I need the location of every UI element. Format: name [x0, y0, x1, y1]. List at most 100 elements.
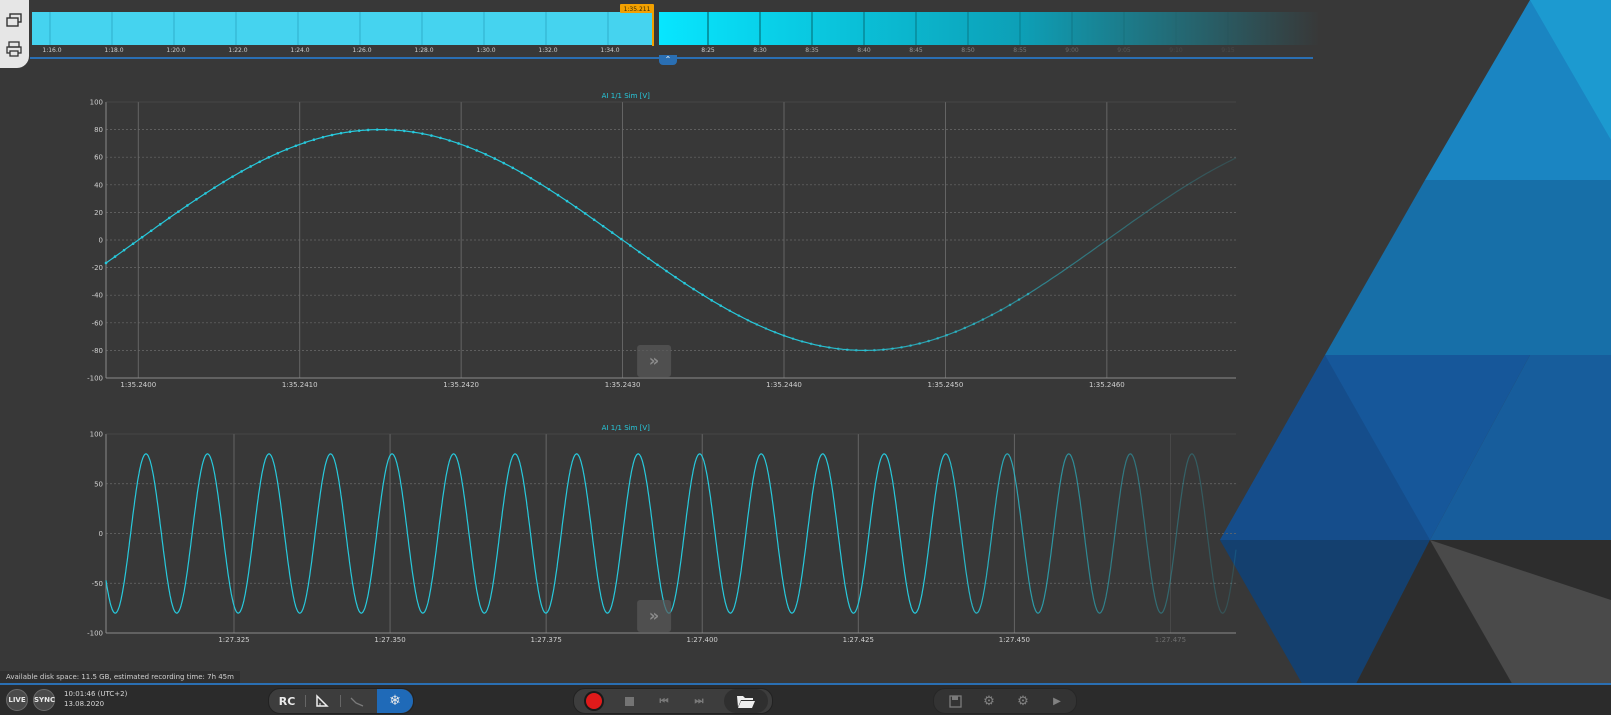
x-tick-label: 1:35.2420 — [443, 381, 479, 389]
stop-button[interactable] — [614, 689, 644, 713]
print-icon[interactable] — [5, 40, 23, 58]
trend-line-icon — [350, 697, 364, 707]
timeline-cursor[interactable] — [652, 8, 654, 46]
channel-settings-button[interactable]: ⚙ — [1008, 689, 1038, 713]
chevron-up-icon: ⌃ — [664, 55, 672, 64]
folder-open-icon — [737, 696, 755, 708]
y-tick-label: -100 — [87, 375, 103, 383]
x-tick-label: 1:35.2410 — [282, 381, 318, 389]
timeline-history-segment[interactable] — [32, 12, 652, 45]
timeline-tick-label: 1:28.0 — [414, 47, 433, 54]
timeline-tick-label: 1:22.0 — [228, 47, 247, 54]
timeline-tick-label: 8:55 — [1013, 47, 1027, 54]
bottom-accent-line — [0, 683, 1611, 685]
timeline-cursor-label: 1:35.211 — [624, 6, 651, 13]
play-icon: ▶ — [1053, 695, 1061, 707]
x-tick-label: 1:35.2430 — [605, 381, 641, 389]
timeline-tick-label: 8:35 — [805, 47, 819, 54]
x-tick-label: 1:27.325 — [218, 636, 249, 644]
expand-toggle-button[interactable]: ⌃ — [659, 55, 677, 65]
timeline-tick-label: 8:45 — [909, 47, 923, 54]
timeline-tick-label: 8:25 — [701, 47, 715, 54]
rc-button[interactable]: RC — [272, 689, 302, 713]
y-tick-label: 40 — [94, 181, 103, 189]
bottom-toolbar: LIVE SYNC 10:01:46 (UTC+2) 13.08.2020 RC… — [0, 685, 1611, 715]
x-tick-label: 1:35.2400 — [120, 381, 156, 389]
separator — [340, 695, 341, 707]
clock: 10:01:46 (UTC+2) 13.08.2020 — [64, 689, 127, 709]
sine-chart-overview[interactable]: AI 1/1 Sim [V] 100 50 0 -50 -100 1:27.325 1:27.… — [80, 422, 1260, 667]
timeline-overview[interactable]: 1:35.211 1:16.0 1:18.0 1:20.0 1:22.0 1:24.0 1… — [30, 2, 1320, 59]
clock-time: 10:01:46 (UTC+2) — [64, 690, 128, 698]
x-tick-label: 1:27.475 — [1155, 636, 1186, 644]
y-tick-label: -100 — [87, 630, 103, 638]
trend-button[interactable] — [342, 689, 372, 713]
snowflake-icon: ❄ — [389, 693, 401, 709]
timeline-tick-label: 1:24.0 — [290, 47, 309, 54]
y-tick-label: 0 — [99, 530, 103, 538]
freeze-button[interactable]: ❄ — [377, 689, 413, 713]
timeline-tick-label: 9:05 — [1117, 47, 1131, 54]
settings-button[interactable]: ⚙ — [974, 689, 1004, 713]
sync-button[interactable]: SYNC — [33, 689, 55, 711]
gear-icon: ⚙ — [1017, 693, 1029, 709]
jump-forward-button[interactable]: » — [637, 600, 672, 632]
chart-title: AI 1/1 Sim [V] — [602, 424, 651, 432]
y-tick-label: -50 — [92, 580, 103, 588]
timeline-tick-label: 1:16.0 — [42, 47, 61, 54]
x-tick-label: 1:27.425 — [843, 636, 874, 644]
timeline-live-segment[interactable] — [659, 12, 1320, 45]
y-tick-label: 80 — [94, 126, 103, 134]
x-tick-label: 1:35.2460 — [1089, 381, 1125, 389]
x-tick-label: 1:35.2450 — [928, 381, 964, 389]
double-chevron-right-icon: » — [649, 351, 659, 370]
timeline-tick-label: 8:40 — [857, 47, 871, 54]
separator — [305, 695, 306, 707]
gear-icon: ⚙ — [983, 693, 995, 709]
skip-back-button[interactable]: ⏮ — [649, 689, 679, 713]
y-tick-label: 0 — [99, 237, 103, 245]
timeline-tick-label: 1:18.0 — [104, 47, 123, 54]
timeline-tick-label: 1:34.0 — [600, 47, 619, 54]
x-tick-label: 1:27.450 — [999, 636, 1030, 644]
sine-chart-zoomed[interactable]: AI 1/1 Sim [V] 100 80 60 40 20 0 -20 -40 -60 -80 -1… — [80, 88, 1260, 403]
live-button[interactable]: LIVE — [6, 689, 28, 711]
record-icon — [586, 693, 602, 709]
measure-button[interactable] — [307, 689, 337, 713]
side-toolstrip — [0, 0, 29, 68]
setup-group: ⚙ ⚙ ▶ — [933, 688, 1077, 714]
double-chevron-right-icon: » — [649, 606, 659, 625]
timeline-tick-label: 1:30.0 — [476, 47, 495, 54]
timeline-tick-label: 1:26.0 — [352, 47, 371, 54]
jump-forward-button[interactable]: » — [637, 345, 672, 377]
timeline-tick-label: 9:10 — [1169, 47, 1183, 54]
x-tick-label: 1:27.400 — [687, 636, 718, 644]
y-tick-label: 60 — [94, 154, 103, 162]
y-tick-label: 20 — [94, 209, 103, 217]
timeline-tick-label: 1:32.0 — [538, 47, 557, 54]
save-disk-icon — [948, 694, 962, 708]
skip-forward-button[interactable]: ⏭ — [684, 689, 714, 713]
x-tick-label: 1:27.350 — [374, 636, 405, 644]
skip-back-icon: ⏮ — [659, 695, 669, 707]
clock-date: 13.08.2020 — [64, 700, 105, 708]
save-button[interactable] — [940, 689, 970, 713]
timeline-tick-label: 8:50 — [961, 47, 975, 54]
y-tick-label: 100 — [90, 431, 103, 439]
windows-stack-icon[interactable] — [5, 12, 23, 30]
timeline-tick-label: 1:20.0 — [166, 47, 185, 54]
y-tick-label: 50 — [94, 480, 103, 488]
x-tick-label: 1:27.375 — [530, 636, 561, 644]
analysis-tools-group: RC ❄ — [268, 688, 414, 714]
record-button[interactable] — [577, 689, 611, 713]
recording-controls-group: ⏮ ⏭ — [573, 688, 773, 714]
y-tick-label: -40 — [92, 292, 103, 300]
chart-title: AI 1/1 Sim [V] — [602, 92, 651, 100]
timeline-tick-label: 9:15 — [1221, 47, 1235, 54]
ruler-triangle-icon — [316, 694, 329, 707]
play-button[interactable]: ▶ — [1042, 689, 1072, 713]
open-file-button[interactable] — [724, 689, 768, 713]
y-tick-label: -60 — [92, 319, 103, 327]
skip-forward-icon: ⏭ — [694, 695, 704, 707]
stop-icon — [624, 696, 634, 706]
